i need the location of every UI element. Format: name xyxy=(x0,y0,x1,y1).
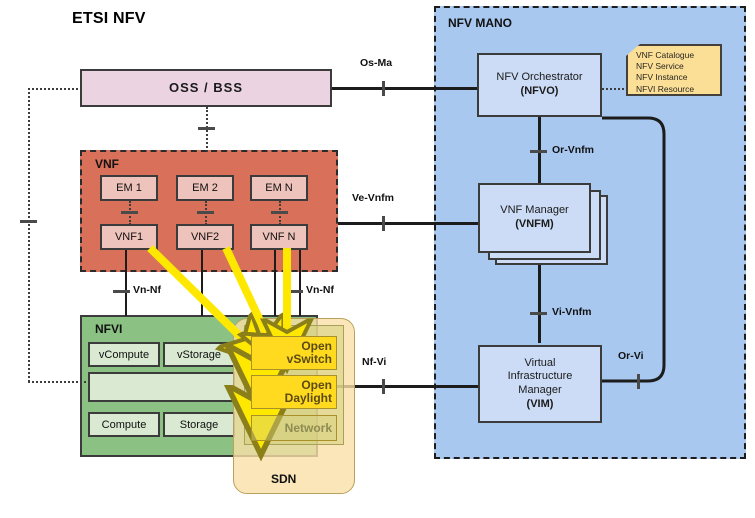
vim-box[interactable]: Virtual Infrastructure Manager (VIM) xyxy=(478,345,602,423)
sdn-zone-label: SDN xyxy=(271,472,297,486)
vim-line4: (VIM) xyxy=(526,397,554,410)
vn-nf-line-3 xyxy=(274,250,276,316)
sdn-item-network[interactable]: Network xyxy=(251,415,337,441)
vnf-zone-label: VNF xyxy=(95,157,119,171)
vn-nf-tick-right xyxy=(286,290,303,293)
vn-nf-label-left: Vn-Nf xyxy=(133,284,161,296)
vnf-manager-box[interactable]: VNF Manager (VNFM) xyxy=(478,183,591,253)
vn-nf-line-1 xyxy=(125,250,127,316)
nf-vi-tick xyxy=(382,379,385,394)
note-line-2: NFV Service xyxy=(636,61,684,72)
vnfm-line1: VNF Manager xyxy=(500,204,569,217)
vn-nf-label-right: Vn-Nf xyxy=(306,284,334,296)
tick-oss-vnf xyxy=(198,127,215,130)
or-vi-label: Or-Vi xyxy=(618,350,644,362)
storage-label: Storage xyxy=(179,418,219,431)
vnf-label-2: VNF2 xyxy=(190,231,220,243)
vnf-box-1[interactable]: VNF1 xyxy=(100,224,158,250)
em-box-1[interactable]: EM 1 xyxy=(100,175,158,201)
oss-bss-label: OSS / BSS xyxy=(168,79,244,95)
nfv-orchestrator-box[interactable]: NFV Orchestrator (NFVO) xyxy=(477,53,602,117)
vstorage-label: vStorage xyxy=(176,348,222,361)
sdn-item-open-daylight[interactable]: Open Daylight xyxy=(251,375,337,409)
storage-box[interactable]: Storage xyxy=(163,412,235,437)
nfvo-note-dotted xyxy=(602,88,628,90)
diagram-title: ETSI NFV xyxy=(72,10,146,27)
sdn-item-network-label: Network xyxy=(284,420,332,435)
note-line-3: NFV Instance xyxy=(636,72,688,83)
vcompute-label: vCompute xyxy=(98,348,150,361)
em-label-2: EM 2 xyxy=(192,182,218,194)
nfvi-zone-label: NFVI xyxy=(95,322,123,336)
os-ma-tick xyxy=(382,81,385,96)
vn-nf-line-2 xyxy=(201,250,203,316)
em-box-2[interactable]: EM 2 xyxy=(176,175,234,201)
nfv-catalogue-note: VNF Catalogue NFV Service NFV Instance N… xyxy=(626,44,722,96)
nfv-mano-label: NFV MANO xyxy=(448,16,512,30)
virtualisation-layer-box[interactable] xyxy=(88,372,235,402)
compute-label: Compute xyxy=(101,418,147,431)
ve-vnfm-tick xyxy=(382,216,385,231)
nf-vi-label: Nf-Vi xyxy=(362,356,387,368)
nfv-architecture-diagram: ETSI NFV NFV MANO OSS / BSS Os-Ma VNF EM… xyxy=(0,0,755,518)
oss-bss-box[interactable]: OSS / BSS xyxy=(80,69,332,107)
nfvo-line2: (NFVO) xyxy=(520,85,559,97)
vnf-box-2[interactable]: VNF2 xyxy=(176,224,234,250)
vstorage-box[interactable]: vStorage xyxy=(163,342,235,367)
or-vi-tick xyxy=(637,374,640,389)
em-label-3: EM N xyxy=(265,182,293,194)
vim-line2: Infrastructure xyxy=(507,370,573,383)
os-ma-label: Os-Ma xyxy=(360,57,393,69)
sdn-item-open-vswitch-line2: vSwitch xyxy=(286,352,332,366)
ve-vnfm-line xyxy=(338,222,484,225)
ve-vnfm-label: Ve-Vnfm xyxy=(352,192,395,204)
tick-left-loop xyxy=(20,220,37,223)
vnfm-line2: (VNFM) xyxy=(515,218,554,230)
nfvo-line1: NFV Orchestrator xyxy=(496,71,583,84)
em-vnf-tick-1 xyxy=(121,211,138,214)
oss-bottom-dotted-h xyxy=(28,381,90,383)
vi-vnfm-label: Vi-Vnfm xyxy=(552,306,592,318)
vi-vnfm-tick xyxy=(530,312,547,315)
em-vnf-tick-3 xyxy=(271,211,288,214)
em-vnf-tick-2 xyxy=(197,211,214,214)
note-line-4: NFVI Resource xyxy=(636,83,695,94)
compute-box[interactable]: Compute xyxy=(88,412,160,437)
vnf-label-1: VNF1 xyxy=(114,231,144,243)
vn-nf-line-4 xyxy=(299,250,301,316)
vi-vnfm-line xyxy=(538,265,541,343)
os-ma-line xyxy=(332,87,484,90)
vim-line1: Virtual xyxy=(524,356,556,369)
oss-left-dotted-v xyxy=(28,88,30,382)
or-vnfm-label: Or-Vnfm xyxy=(552,144,594,156)
em-box-3[interactable]: EM N xyxy=(250,175,308,201)
vn-nf-tick-left xyxy=(113,290,130,293)
vcompute-box[interactable]: vCompute xyxy=(88,342,160,367)
vnf-box-3[interactable]: VNF N xyxy=(250,224,308,250)
oss-left-dotted-h xyxy=(28,88,82,90)
sdn-item-open-daylight-line2: Daylight xyxy=(284,391,332,405)
or-vnfm-tick xyxy=(530,150,547,153)
vnf-label-3: VNF N xyxy=(262,231,296,243)
note-line-1: VNF Catalogue xyxy=(636,50,695,60)
vim-line3: Manager xyxy=(518,384,562,396)
em-label-1: EM 1 xyxy=(116,182,142,194)
sdn-item-open-vswitch[interactable]: Open vSwitch xyxy=(251,336,337,370)
